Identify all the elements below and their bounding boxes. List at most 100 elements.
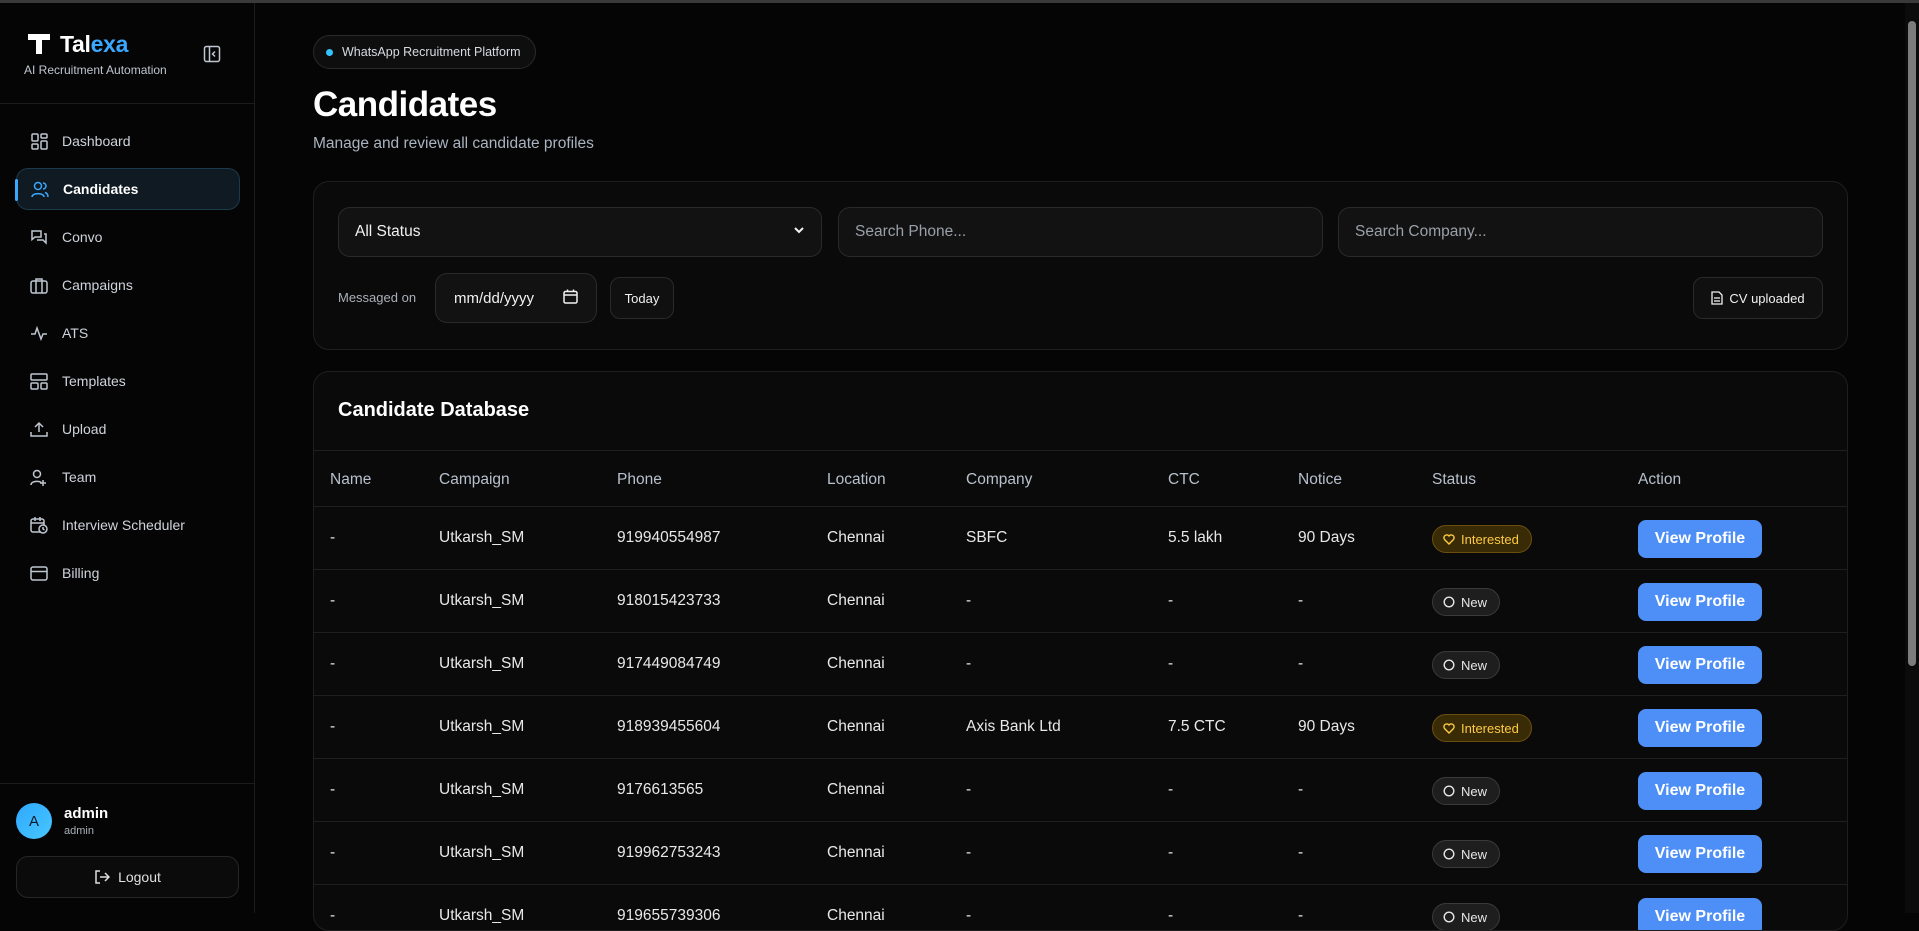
sidebar-item-label: Convo — [62, 229, 103, 245]
card-icon — [30, 564, 48, 582]
logout-button[interactable]: Logout — [16, 856, 239, 898]
sidebar-item-templates[interactable]: Templates — [16, 360, 240, 402]
table-body: - Utkarsh_SM 919940554987 Chennai SBFC 5.5 la… — [314, 507, 1847, 930]
circle-icon — [1443, 596, 1455, 608]
cell-notice: - — [1298, 907, 1304, 924]
sidebar-collapse-button[interactable] — [201, 43, 223, 65]
users-icon — [31, 180, 49, 198]
file-icon — [1711, 291, 1724, 305]
user-profile[interactable]: A admin admin — [16, 803, 108, 839]
column-header-action: Action — [1638, 471, 1682, 488]
status-dot-icon — [326, 48, 333, 56]
cell-company: Axis Bank Ltd — [966, 718, 1061, 735]
cell-notice: - — [1298, 592, 1304, 609]
status-badge: New — [1432, 777, 1501, 805]
table-header: Name Campaign Phone Location Company CTC… — [314, 451, 1847, 507]
column-header-notice: Notice — [1298, 471, 1342, 488]
table-row: - Utkarsh_SM 919962753243 Chennai - - - New View… — [314, 822, 1847, 885]
logout-icon — [94, 869, 111, 885]
sidebar-item-label: Templates — [62, 373, 126, 389]
cell-notice: 90 Days — [1298, 529, 1355, 546]
table-row: - Utkarsh_SM 919655739306 Chennai - - - New View… — [314, 885, 1847, 930]
today-button[interactable]: Today — [610, 277, 674, 319]
circle-icon — [1443, 848, 1455, 860]
calendar-clock-icon — [30, 516, 48, 534]
cv-uploaded-label: CV uploaded — [1729, 290, 1805, 306]
status-select-value: All Status — [355, 223, 421, 240]
company-search-input[interactable]: Search Company... — [1338, 207, 1823, 257]
cell-campaign: Utkarsh_SM — [439, 781, 525, 798]
sidebar-item-interview-scheduler[interactable]: Interview Scheduler — [16, 504, 240, 546]
filter-panel: All Status Search Phone... Search Compan… — [313, 181, 1848, 350]
view-profile-button[interactable]: View Profile — [1638, 646, 1762, 684]
view-profile-button[interactable]: View Profile — [1638, 583, 1762, 621]
column-header-company: Company — [966, 471, 1033, 488]
avatar: A — [16, 803, 52, 839]
pulse-icon — [30, 324, 48, 342]
cell-name: - — [330, 907, 336, 924]
sidebar-item-dashboard[interactable]: Dashboard — [16, 120, 240, 162]
cell-campaign: Utkarsh_SM — [439, 592, 525, 609]
cell-company: - — [966, 592, 972, 609]
status-label: New — [1461, 846, 1488, 862]
cell-company: SBFC — [966, 529, 1008, 546]
brand[interactable]: Talexa — [24, 29, 128, 59]
sidebar-nav: Dashboard Candidates Convo Campaigns ATS… — [15, 120, 240, 600]
sidebar-item-convo[interactable]: Convo — [16, 216, 240, 258]
table-row: - Utkarsh_SM 917449084749 Chennai - - - New View… — [314, 633, 1847, 696]
view-profile-button[interactable]: View Profile — [1638, 898, 1762, 930]
column-header-campaign: Campaign — [439, 471, 510, 488]
user-role: admin — [64, 825, 94, 837]
date-input-placeholder: mm/dd/yyyy — [454, 289, 535, 307]
cell-phone: 919655739306 — [617, 907, 721, 924]
view-profile-button[interactable]: View Profile — [1638, 835, 1762, 873]
calendar-icon[interactable] — [563, 289, 578, 308]
cell-location: Chennai — [827, 655, 885, 672]
status-badge: New — [1432, 588, 1501, 616]
cell-company: - — [966, 844, 972, 861]
sidebar-item-upload[interactable]: Upload — [16, 408, 240, 450]
cell-ctc: - — [1168, 655, 1174, 672]
sidebar-item-team[interactable]: Team — [16, 456, 240, 498]
cell-name: - — [330, 529, 336, 546]
sidebar-item-ats[interactable]: ATS — [16, 312, 240, 354]
phone-search-input[interactable]: Search Phone... — [838, 207, 1323, 257]
sidebar-footer-divider — [0, 783, 255, 784]
sidebar-item-campaigns[interactable]: Campaigns — [16, 264, 240, 306]
view-profile-button[interactable]: View Profile — [1638, 709, 1762, 747]
cv-uploaded-filter-button[interactable]: CV uploaded — [1693, 277, 1823, 319]
cell-phone: 9176613565 — [617, 781, 704, 798]
upload-icon — [30, 420, 48, 438]
cell-phone: 918939455604 — [617, 718, 721, 735]
view-profile-button[interactable]: View Profile — [1638, 520, 1762, 558]
page-scrollbar[interactable] — [1905, 3, 1919, 913]
cell-name: - — [330, 844, 336, 861]
cell-campaign: Utkarsh_SM — [439, 655, 525, 672]
cell-campaign: Utkarsh_SM — [439, 907, 525, 924]
platform-badge-label: WhatsApp Recruitment Platform — [342, 45, 521, 59]
messaged-date-input[interactable]: mm/dd/yyyy — [435, 273, 597, 323]
team-icon — [30, 468, 48, 486]
status-label: New — [1461, 657, 1488, 673]
chat-icon — [30, 228, 48, 246]
platform-badge: WhatsApp Recruitment Platform — [313, 35, 536, 69]
sidebar-item-candidates[interactable]: Candidates — [15, 168, 240, 210]
cell-ctc: 7.5 CTC — [1168, 718, 1226, 735]
scrollbar-thumb[interactable] — [1908, 21, 1916, 666]
cell-location: Chennai — [827, 844, 885, 861]
cell-name: - — [330, 655, 336, 672]
heart-icon — [1443, 722, 1455, 734]
panel-left-icon — [203, 45, 221, 63]
table-row: - Utkarsh_SM 9176613565 Chennai - - - New View P… — [314, 759, 1847, 822]
chevron-down-icon — [793, 223, 805, 241]
sidebar-item-label: Billing — [62, 565, 100, 581]
sidebar-item-billing[interactable]: Billing — [16, 552, 240, 594]
cell-location: Chennai — [827, 781, 885, 798]
grid-icon — [30, 132, 48, 150]
view-profile-button[interactable]: View Profile — [1638, 772, 1762, 810]
cell-company: - — [966, 655, 972, 672]
cell-ctc: - — [1168, 781, 1174, 798]
status-select[interactable]: All Status — [338, 207, 822, 257]
cell-ctc: - — [1168, 592, 1174, 609]
cell-company: - — [966, 781, 972, 798]
